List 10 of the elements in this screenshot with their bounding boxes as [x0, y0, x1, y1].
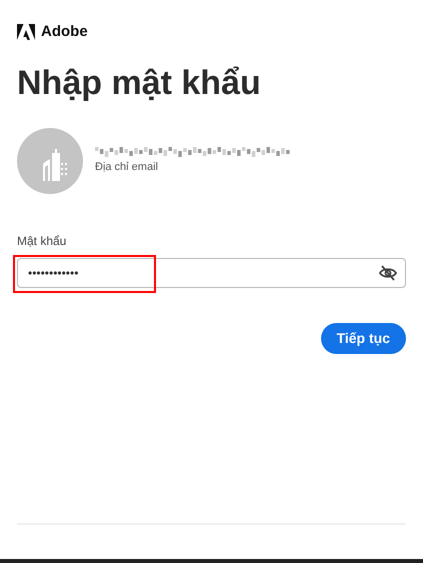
- adobe-logo-icon: [17, 24, 35, 40]
- password-input[interactable]: ••••••••••••: [28, 264, 379, 282]
- avatar-icon: [17, 128, 83, 194]
- brand-name: Adobe: [41, 22, 88, 42]
- page-title: Nhập mật khẩu: [17, 62, 261, 104]
- continue-button[interactable]: Tiếp tục: [320, 323, 406, 354]
- email-label: Địa chỉ email: [95, 160, 159, 175]
- password-label: Mật khẩu: [17, 233, 66, 250]
- password-field[interactable]: ••••••••••••: [17, 258, 406, 288]
- eye-slash-icon[interactable]: [379, 265, 397, 281]
